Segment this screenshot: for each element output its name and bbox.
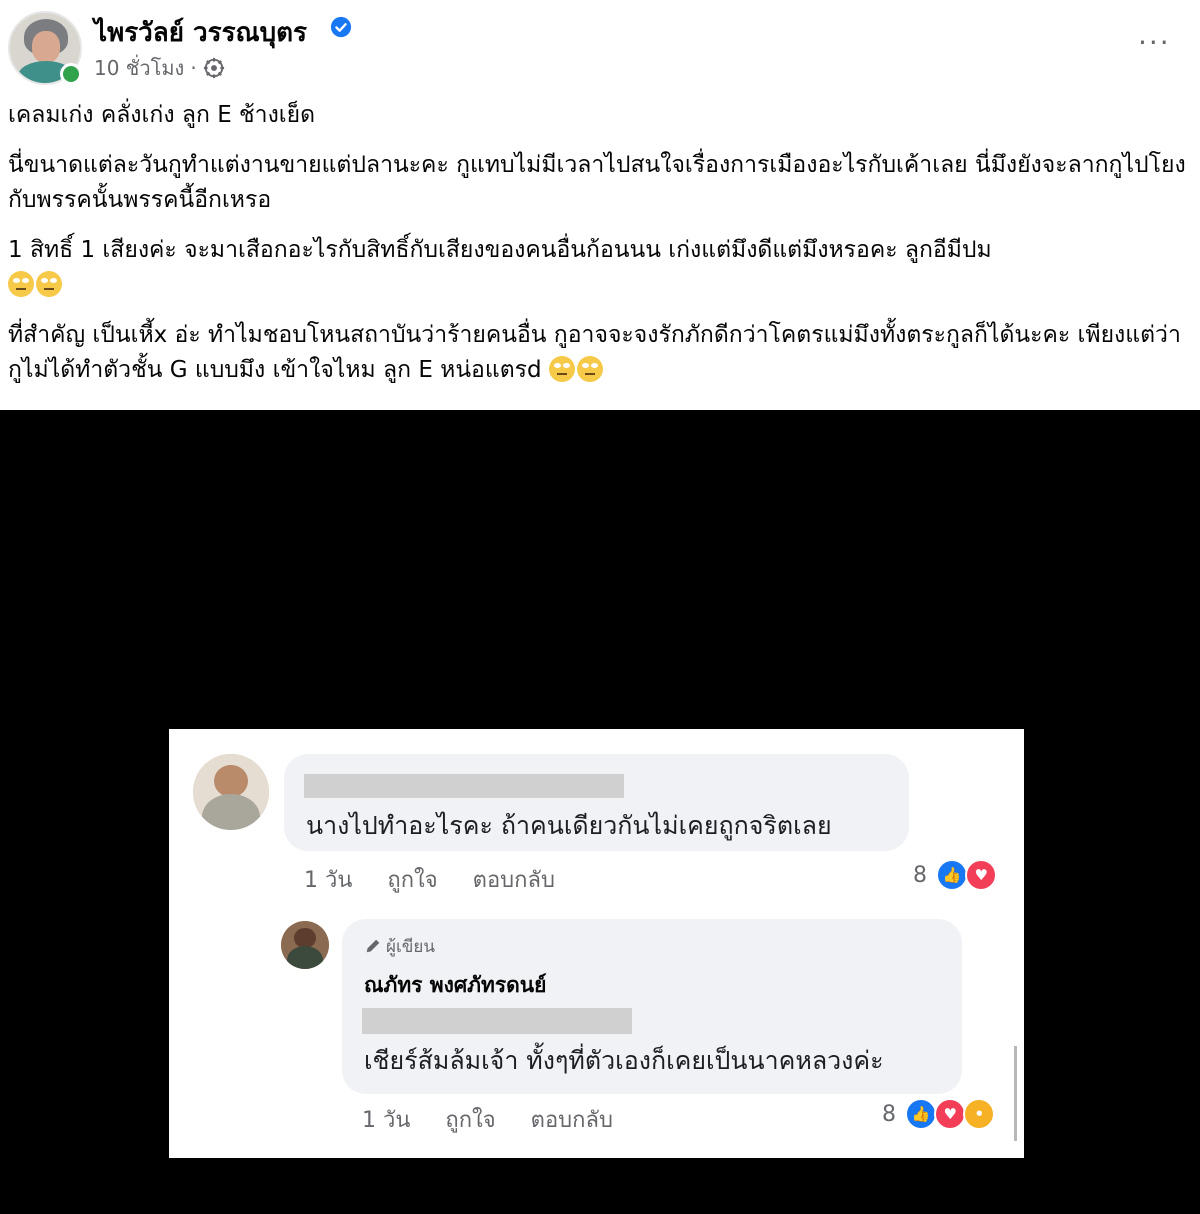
reply-author-avatar (281, 921, 329, 969)
post-paragraph-4-wrap: ที่สำคัญ เป็นเหี้x อ่ะ ทำไมชอบโหนสถาบันว… (8, 318, 1193, 388)
post-meta: 10 ชั่วโมง · (94, 52, 225, 84)
sad-reaction-icon: • (963, 1098, 996, 1130)
like-reaction-icon: 👍 (936, 859, 969, 891)
more-options-icon[interactable]: ··· (1138, 26, 1171, 59)
post-paragraph-2: นี่ขนาดแต่ละวันกูทำแต่งานขายแต่ปลานะคะ ก… (8, 152, 1186, 213)
commenter-avatar (193, 754, 269, 830)
author-badge-label: ผู้เขียน (386, 937, 435, 957)
comment-actions: 1 วัน ถูกใจ ตอบกลับ (304, 862, 583, 897)
reply-actions: 1 วัน ถูกใจ ตอบกลับ (362, 1102, 641, 1137)
reply-author-name[interactable]: ณภัทร พงศภัทรดนย์ (364, 969, 546, 1002)
reaction-count: 8 (882, 1101, 896, 1127)
post-paragraph-1: เคลมเก่ง คลั่งเก่ง ลูก E ช้างเย็ด (8, 102, 316, 128)
post-paragraph-3: 1 สิทธิ์ 1 เสียงค่ะ จะมาเสือกอะไรกับสิทธ… (8, 237, 992, 263)
comment-bubble: นางไปทำอะไรคะ ถ้าคนเดียวกันไม่เคยถูกจริต… (284, 754, 909, 851)
author-badge: ผู้เขียน (364, 933, 435, 960)
reply-comment-button[interactable]: ตอบกลับ (473, 868, 555, 893)
comment-time[interactable]: 1 วัน (304, 868, 352, 893)
public-globe-icon[interactable] (203, 57, 225, 79)
comment-reactions[interactable]: 8 👍 ♥ (913, 859, 998, 893)
comment-screenshot-image: นางไปทำอะไรคะ ถ้าคนเดียวกันไม่เคยถูกจริต… (169, 729, 1024, 1158)
eye-roll-emoji-icon (548, 356, 575, 382)
reply-bubble: ผู้เขียน ณภัทร พงศภัทรดนย์ เชียร์ส้มล้มเ… (342, 919, 962, 1094)
love-reaction-icon: ♥ (965, 859, 998, 891)
scrollbar[interactable] (1014, 1046, 1017, 1141)
reply-text: เชียร์ส้มล้มเจ้า ทั้งๆที่ตัวเองก็เคยเป็น… (364, 1046, 884, 1075)
reply-reply-button[interactable]: ตอบกลับ (531, 1108, 613, 1133)
eye-roll-emoji-icon (8, 271, 34, 297)
eye-roll-emoji-icon (576, 356, 603, 382)
post-media[interactable]: นางไปทำอะไรคะ ถ้าคนเดียวกันไม่เคยถูกจริต… (0, 410, 1200, 1214)
post-header: ไพรวัลย์ วรรณบุตร 10 ชั่วโมง · ··· (0, 0, 1200, 95)
reaction-count: 8 (913, 862, 927, 888)
post-text: เคลมเก่ง คลั่งเก่ง ลูก E ช้างเย็ด นี่ขนา… (8, 98, 1193, 403)
like-reply-button[interactable]: ถูกใจ (445, 1108, 495, 1133)
reply-reactions[interactable]: 8 👍 ♥ • (882, 1098, 996, 1132)
pencil-icon (366, 939, 380, 953)
like-comment-button[interactable]: ถูกใจ (387, 868, 437, 893)
post-paragraph-3-wrap: 1 สิทธิ์ 1 เสียงค่ะ จะมาเสือกอะไรกับสิทธ… (8, 233, 1193, 303)
online-status-icon (60, 63, 82, 85)
eye-roll-emoji-icon (36, 271, 62, 297)
meta-separator: · (190, 56, 197, 80)
redacted-text-bar (362, 1008, 632, 1034)
redacted-name-bar (304, 774, 624, 798)
verified-badge-icon (330, 16, 352, 38)
love-reaction-icon: ♥ (934, 1098, 967, 1130)
author-name[interactable]: ไพรวัลย์ วรรณบุตร (94, 12, 307, 53)
comment-text: นางไปทำอะไรคะ ถ้าคนเดียวกันไม่เคยถูกจริต… (306, 811, 832, 840)
like-reaction-icon: 👍 (905, 1098, 938, 1130)
reply-time[interactable]: 1 วัน (362, 1108, 410, 1133)
post-time[interactable]: 10 ชั่วโมง (94, 56, 184, 80)
